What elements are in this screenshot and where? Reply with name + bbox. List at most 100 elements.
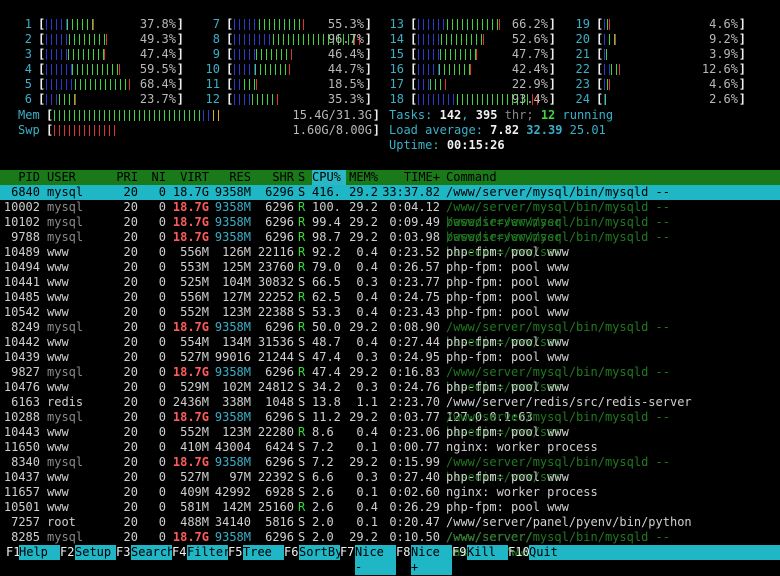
process-row[interactable]: 10494 www 20 0 553M 125M 23760 R 79.0 0.4 0:26.57 p…	[0, 260, 780, 275]
process-row[interactable]: 10443 www 20 0 552M 123M 22280 R 8.6 0.4 0:23.06 ph…	[0, 425, 780, 440]
fkey-f9[interactable]: F9	[452, 545, 466, 560]
process-row[interactable]: 10288 mysql 20 0 18.7G 9358M 6296 S 11.2 29.2 0:03…	[0, 410, 780, 439]
column-header-pri[interactable]: PRI	[116, 170, 138, 185]
cell-virt: 18.7G	[172, 455, 209, 469]
process-row[interactable]: 6840 mysql 20 0 18.7G 9358M 6296 S 416. 29.2 33:37…	[0, 185, 780, 214]
process-row[interactable]: 10002 mysql 20 0 18.7G 9358M 6296 R 100. 29.2 0:04…	[0, 200, 780, 229]
cell-res: 123M	[222, 305, 251, 319]
fkey-label[interactable]: Search	[131, 545, 174, 560]
column-header-shr[interactable]: SHR	[272, 170, 294, 185]
fkey-f6[interactable]: F6	[284, 545, 298, 560]
fkey-f4[interactable]: F4	[172, 545, 186, 560]
column-header-virt[interactable]: VIRT	[180, 170, 209, 185]
fkey-label[interactable]: SortBy	[299, 545, 342, 560]
fkey-f3[interactable]: F3	[116, 545, 130, 560]
cell-shr: 31536	[257, 335, 294, 349]
mem-bar-buffers	[203, 110, 213, 121]
process-row[interactable]: 10542 www 20 0 552M 123M 22388 S 53.3 0.4 0:23.43 p…	[0, 305, 780, 320]
bracket-close: ]	[176, 92, 184, 106]
fkey-label[interactable]: Quit	[529, 545, 780, 560]
bracket-close: ]	[738, 62, 746, 76]
cell-ni: 0	[158, 440, 166, 454]
cpu-bar-norm	[258, 19, 303, 30]
cpu-bar-high	[256, 79, 259, 90]
fkey-label[interactable]: Filter	[187, 545, 230, 560]
cell-cpu: 8.6	[312, 425, 334, 439]
cell-shr: 24812	[257, 380, 294, 394]
column-header-cpu[interactable]: CPU%	[312, 170, 346, 185]
cell-pri: 20	[123, 410, 138, 424]
fkey-label[interactable]: Help	[19, 545, 60, 560]
process-row[interactable]: 10439 www 20 0 527M 99016 21244 S 47.4 0.3 0:24.95…	[0, 350, 780, 365]
process-row[interactable]: 10489 www 20 0 556M 126M 22116 R 92.2 0.4 0:23.52 p…	[0, 245, 780, 260]
fkey-f7[interactable]: F7	[340, 545, 354, 560]
column-header-res[interactable]: RES	[229, 170, 251, 185]
process-row[interactable]: 10476 www 20 0 529M 102M 24812 S 34.2 0.3 0:24.76 p…	[0, 380, 780, 395]
cpu-id: 21	[575, 47, 590, 61]
cpu-bar-low	[234, 64, 255, 75]
cell-s: R	[298, 290, 306, 304]
cpu-bar-low	[46, 49, 69, 60]
fkey-label[interactable]: Setup	[75, 545, 116, 560]
column-header-time[interactable]: TIME+	[404, 170, 440, 185]
mem-label: Mem	[18, 108, 40, 122]
process-row[interactable]: 8285 mysql 20 0 18.7G 9358M 6296 S 2.0 29.2 0:10.5…	[0, 530, 780, 559]
cpu-percent: 66.2%	[511, 17, 548, 31]
bracket-close: ]	[176, 32, 184, 46]
cpu-meter: 11 [18.5%]	[204, 77, 372, 92]
fkey-f2[interactable]: F2	[60, 545, 74, 560]
cell-pid: 10439	[3, 350, 40, 364]
cell-res: 104M	[222, 275, 251, 289]
fkey-label[interactable]: Tree	[243, 545, 284, 560]
cell-mem: 0.4	[356, 290, 378, 304]
fkey-label[interactable]: Nice +	[411, 545, 452, 575]
cell-pri: 20	[123, 425, 138, 439]
cell-cpu: 34.2	[312, 380, 341, 394]
fkey-f10[interactable]: F10	[508, 545, 530, 560]
cell-ni: 0	[158, 185, 166, 199]
fkey-f5[interactable]: F5	[228, 545, 242, 560]
process-row[interactable]: 7257 root 20 0 488M 34140 5816 S 2.0 0.1 0:20.47/w…	[0, 515, 780, 544]
cpu-bar-high	[445, 79, 448, 90]
process-row[interactable]: 9788 mysql 20 0 18.7G 9358M 6296 R 98.7 29.2 0:03.…	[0, 230, 780, 259]
cell-cmd: php-fpm: pool www	[446, 500, 569, 514]
column-header-mem[interactable]: MEM%	[349, 170, 378, 185]
cpu-id: 5	[24, 77, 32, 91]
process-row[interactable]: 8340 mysql 20 0 18.7G 9358M 6296 S 7.2 29.2 0:15.9…	[0, 455, 780, 484]
cell-user: redis	[47, 395, 84, 409]
process-row[interactable]: 9827 mysql 20 0 18.7G 9358M 6296 R 47.4 29.2 0:16.…	[0, 365, 780, 394]
process-row[interactable]: 6163 redis 20 0 2436M 338M 1048 S 13.8 1.1 2:23.70…	[0, 395, 780, 424]
cell-pid: 10501	[3, 500, 40, 514]
cpu-bar-low	[234, 49, 257, 60]
process-row[interactable]: 10442 www 20 0 554M 134M 31536 S 48.7 0.4 0:27.44 p…	[0, 335, 780, 350]
column-header-pid[interactable]: PID	[18, 170, 40, 185]
cell-res: 125M	[222, 260, 251, 274]
cell-ni: 0	[158, 200, 166, 214]
process-row[interactable]: 11650 www 20 0 410M 43004 6424 S 7.2 0.1 0:00.77 ng…	[0, 440, 780, 455]
fkey-label[interactable]: Nice -	[355, 545, 396, 575]
cell-cpu: 48.7	[312, 335, 341, 349]
cell-cmd: php-fpm: pool www	[446, 275, 569, 289]
fkey-label[interactable]: Kill	[467, 545, 508, 560]
cell-cpu: 98.7	[312, 230, 341, 244]
cell-shr: 22116	[257, 245, 294, 259]
process-row[interactable]: 10441 www 20 0 525M 104M 30832 S 66.5 0.3 0:23.77 p…	[0, 275, 780, 290]
cell-pri: 20	[123, 440, 138, 454]
process-row[interactable]: 10437 www 20 0 527M 97M 22392 S 6.6 0.3 0:27.40 php…	[0, 470, 780, 485]
process-row[interactable]: 10485 www 20 0 556M 127M 22252 R 62.5 0.4 0:24.75 p…	[0, 290, 780, 305]
column-header-cmd[interactable]: Command	[446, 170, 497, 185]
column-header-s[interactable]: S	[298, 170, 305, 185]
process-row[interactable]: 11657 www 20 0 409M 42992 6928 S 2.6 0.1 0:02.60 ng…	[0, 485, 780, 500]
cell-s: R	[298, 320, 306, 334]
column-header-user[interactable]: USER	[47, 170, 76, 185]
process-row[interactable]: 10501 www 20 0 581M 142M 25160 R 2.6 0.4 0:26.29 ph…	[0, 500, 780, 515]
cell-res: 338M	[222, 395, 251, 409]
cell-mem: 0.4	[356, 260, 378, 274]
column-header-ni[interactable]: NI	[152, 170, 166, 185]
mem-meter: Mem [15.4G/31.3G]	[18, 108, 380, 123]
cell-mem: 0.4	[356, 425, 378, 439]
fkey-f8[interactable]: F8	[396, 545, 410, 560]
cell-cmd: nginx: worker process	[446, 440, 598, 454]
process-row[interactable]: 10102 mysql 20 0 18.7G 9358M 6296 R 99.4 29.2 0:09…	[0, 215, 780, 244]
process-row[interactable]: 8249 mysql 20 0 18.7G 9358M 6296 R 50.0 29.2 0:08.…	[0, 320, 780, 349]
